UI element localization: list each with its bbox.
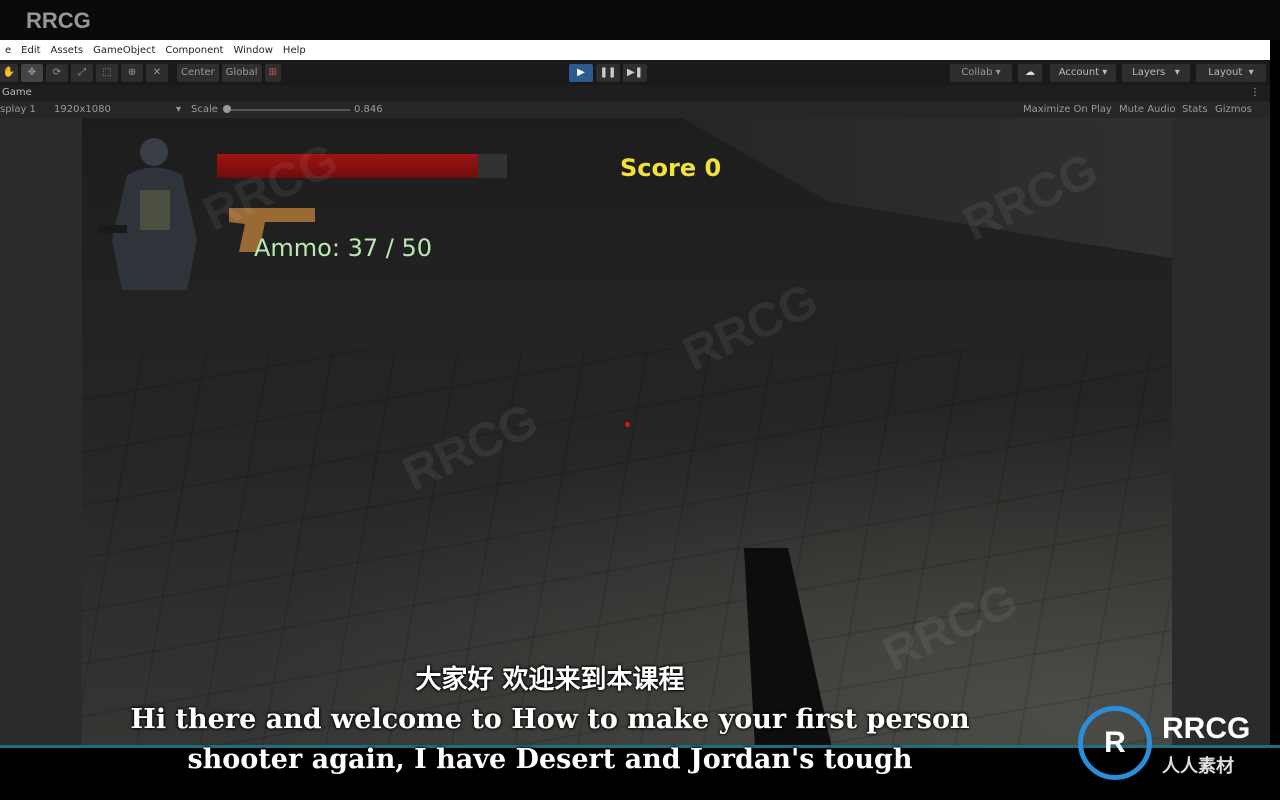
cloud-icon[interactable]: ☁ [1018, 63, 1042, 82]
space-global-button[interactable]: Global [221, 63, 262, 82]
toolbar: ✋ ✥ ⟳ ⤢ ⬚ ⊕ ✕ Center Global ⊞ ▶ ❚❚ ▶❚ Co… [0, 60, 1270, 85]
scale-tool-icon[interactable]: ⤢ [71, 63, 93, 82]
collab-label: Collab [961, 67, 993, 78]
layout-dropdown[interactable]: Layout ▾ [1196, 63, 1266, 82]
health-bar-fill [217, 154, 478, 178]
scale-value: 0.846 [354, 104, 383, 115]
pause-button[interactable]: ❚❚ [596, 63, 620, 82]
menu-bar: e Edit Assets GameObject Component Windo… [0, 40, 1270, 60]
health-bar [217, 154, 507, 178]
game-view-controls: splay 1 1920x1080 ▾ Scale 0.846 Maximize… [0, 101, 1270, 118]
mute-audio-toggle[interactable]: Mute Audio [1119, 101, 1176, 118]
watermark-logo-text: RRCG [26, 8, 91, 33]
rotate-tool-icon[interactable]: ⟳ [46, 63, 68, 82]
display-dropdown[interactable]: splay 1 [0, 101, 36, 118]
menu-component[interactable]: Component [165, 45, 223, 56]
logo-text-cn: 人人素材 [1162, 756, 1234, 777]
pivot-center-button[interactable]: Center [177, 63, 219, 82]
menu-file[interactable]: e [5, 45, 11, 56]
score-text: Score 0 [620, 154, 722, 182]
move-tool-icon[interactable]: ✥ [21, 63, 43, 82]
subtitle-line-1: Hi there and welcome to How to make your… [130, 704, 970, 735]
layout-label: Layout [1208, 67, 1243, 78]
logo-emblem-icon: R [1078, 706, 1152, 780]
resolution-dropdown[interactable]: 1920x1080 [54, 101, 111, 118]
chevron-down-icon: ▾ [176, 104, 182, 115]
transform-tool-icon[interactable]: ⊕ [121, 63, 143, 82]
account-label: Account [1058, 67, 1100, 78]
snap-icon[interactable]: ⊞ [264, 63, 281, 82]
subtitle-chinese: 大家好 欢迎来到本课程 [415, 665, 685, 695]
scale-slider-handle[interactable] [223, 105, 231, 113]
ammo-counter: Ammo: 37 / 50 [254, 234, 432, 262]
more-menu-icon[interactable]: ⋮ [1250, 85, 1260, 101]
subtitles: 大家好 欢迎来到本课程 Hi there and welcome to How … [0, 660, 1100, 780]
gizmos-dropdown[interactable]: Gizmos [1215, 101, 1252, 118]
account-dropdown[interactable]: Account ▾ [1050, 63, 1116, 82]
game-viewport[interactable]: Score 0 Ammo: 37 / 50 [82, 118, 1172, 745]
hand-tool-icon[interactable]: ✋ [0, 63, 18, 82]
stats-toggle[interactable]: Stats [1182, 101, 1208, 118]
custom-tool-icon[interactable]: ✕ [146, 63, 168, 82]
video-top-bar: RRCG [0, 0, 1280, 40]
menu-help[interactable]: Help [283, 45, 306, 56]
player-portrait [97, 138, 197, 290]
menu-edit[interactable]: Edit [21, 45, 40, 56]
scale-slider[interactable] [224, 109, 350, 111]
step-button[interactable]: ▶❚ [623, 63, 647, 82]
logo-text: RRCG [1162, 712, 1251, 745]
scene-wall [682, 118, 1172, 258]
subtitle-line-2: shooter again, I have Desert and Jordan'… [187, 744, 913, 775]
center-label: Center [181, 67, 215, 78]
crosshair [625, 422, 630, 427]
menu-assets[interactable]: Assets [51, 45, 84, 56]
menu-window[interactable]: Window [233, 45, 272, 56]
scale-label: Scale [191, 104, 218, 115]
maximize-on-play-toggle[interactable]: Maximize On Play [1023, 101, 1112, 118]
rect-tool-icon[interactable]: ⬚ [96, 63, 118, 82]
tab-game[interactable]: Game [2, 87, 32, 98]
layers-label: Layers [1132, 67, 1166, 78]
collab-button[interactable]: Collab ▾ [950, 63, 1012, 82]
layers-dropdown[interactable]: Layers ▾ [1122, 63, 1190, 82]
play-button[interactable]: ▶ [569, 63, 593, 82]
menu-gameobject[interactable]: GameObject [93, 45, 155, 56]
global-label: Global [225, 67, 258, 78]
game-tab-bar: Game ⋮ [0, 85, 1270, 101]
rrcg-logo: R RRCG 人人素材 [1078, 706, 1278, 786]
